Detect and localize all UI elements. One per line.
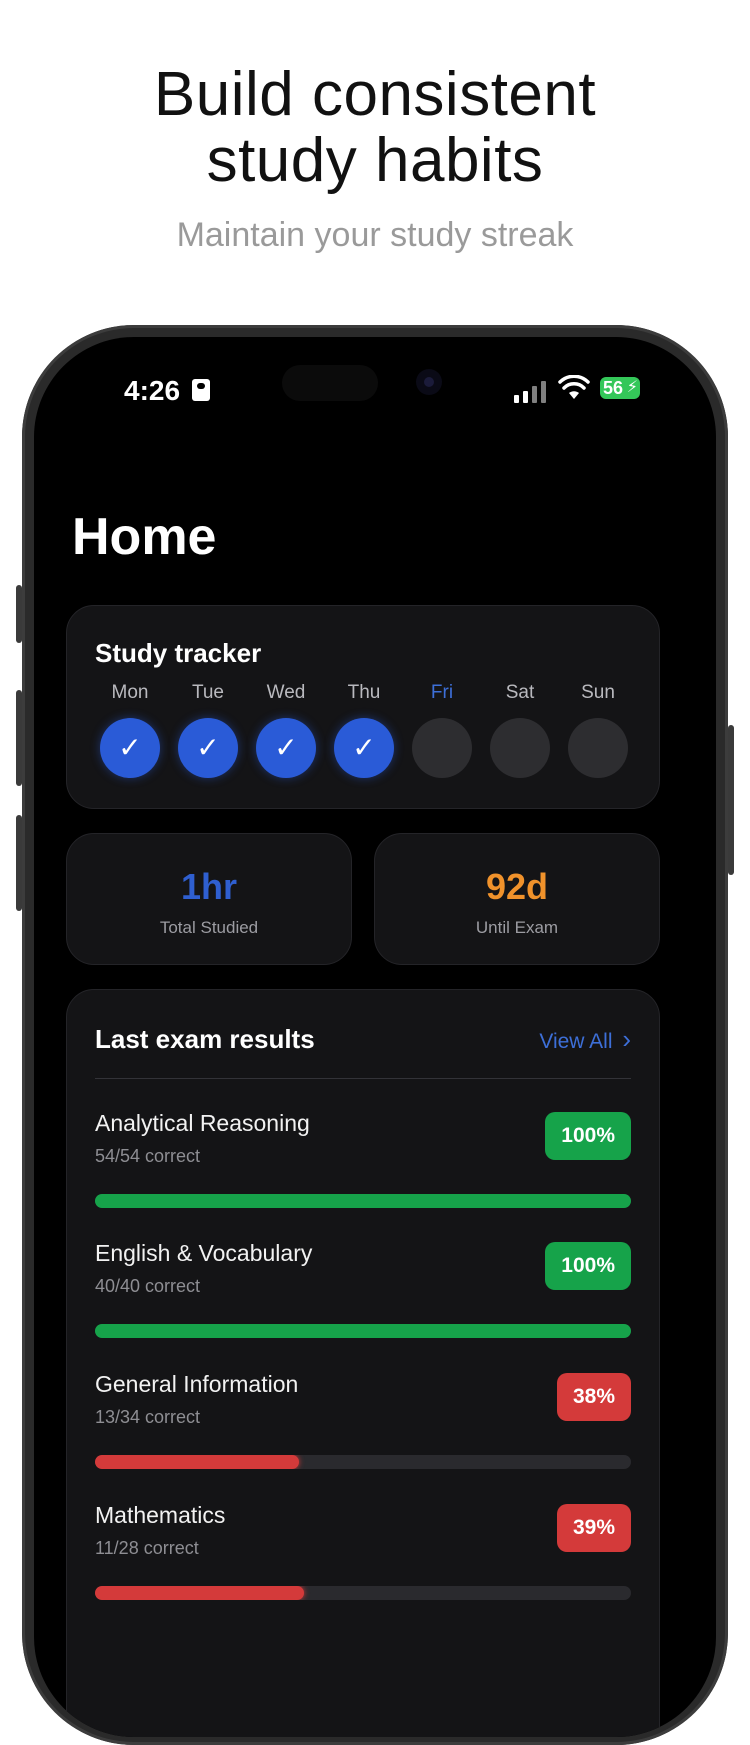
day-complete-check-icon: ✓ bbox=[334, 718, 394, 778]
day-sun[interactable]: Sun bbox=[567, 682, 629, 778]
promo-subtitle: Maintain your study streak bbox=[176, 216, 574, 254]
action-button bbox=[16, 585, 22, 643]
progress-bar-track bbox=[95, 1586, 631, 1600]
day-tue[interactable]: Tue ✓ bbox=[177, 682, 239, 778]
total-studied-label: Total Studied bbox=[159, 918, 259, 937]
promo-title-line1: Build consistent bbox=[153, 60, 597, 129]
exam-name: General Information bbox=[95, 1371, 299, 1397]
contact-card-icon bbox=[192, 379, 210, 401]
exam-result-row[interactable]: General Information 13/34 correct 38% bbox=[95, 1371, 631, 1491]
until-exam-card[interactable]: 92d Until Exam bbox=[374, 833, 660, 965]
exam-result-row[interactable]: English & Vocabulary 40/40 correct 100% bbox=[95, 1240, 631, 1360]
day-label: Sun bbox=[581, 682, 615, 703]
progress-bar-fill bbox=[95, 1194, 631, 1208]
exam-score: 13/34 correct bbox=[95, 1407, 201, 1427]
exam-score: 40/40 correct bbox=[95, 1276, 201, 1296]
exam-result-row[interactable]: Analytical Reasoning 54/54 correct 100% bbox=[95, 1110, 631, 1230]
study-tracker-card: Study tracker Mon ✓ Tue ✓ Wed ✓ Thu ✓ Fri Sat Sun bbox=[66, 605, 660, 809]
power-button bbox=[728, 725, 734, 875]
day-fri[interactable]: Fri bbox=[411, 682, 473, 778]
until-exam-label: Until Exam bbox=[475, 918, 559, 937]
exam-results-card: Last exam results View All › Analytical … bbox=[66, 989, 660, 1737]
day-complete-check-icon: ✓ bbox=[178, 718, 238, 778]
progress-bar-fill bbox=[95, 1324, 631, 1338]
volume-up-button bbox=[16, 690, 22, 786]
view-all-link[interactable]: View All › bbox=[539, 1024, 631, 1055]
chevron-right-icon: › bbox=[622, 1024, 631, 1054]
exam-name: Mathematics bbox=[95, 1502, 226, 1528]
day-empty-circle bbox=[412, 718, 472, 778]
exam-score: 11/28 correct bbox=[95, 1538, 199, 1558]
exam-score: 54/54 correct bbox=[95, 1146, 201, 1166]
day-empty-circle bbox=[568, 718, 628, 778]
tracker-title: Study tracker bbox=[95, 638, 262, 668]
day-label: Tue bbox=[191, 682, 225, 703]
total-studied-value: 1hr bbox=[180, 866, 238, 907]
day-label: Sat bbox=[505, 682, 535, 703]
results-title: Last exam results bbox=[95, 1024, 315, 1054]
score-percent-badge: 100% bbox=[545, 1112, 631, 1160]
day-thu[interactable]: Thu ✓ bbox=[333, 682, 395, 778]
phone-screen: 4:26 56 ⚡ Home Study tracker Mon ✓ Tue ✓ Wed… bbox=[34, 337, 716, 1737]
exam-result-row[interactable]: Mathematics 11/28 correct 39% bbox=[95, 1502, 631, 1622]
status-time: 4:26 bbox=[124, 375, 181, 406]
dynamic-island bbox=[282, 365, 378, 401]
battery-icon: 56 ⚡ bbox=[600, 377, 640, 399]
until-exam-value: 92d bbox=[485, 866, 549, 907]
promo-title: Build consistent study habits bbox=[0, 62, 750, 194]
promo-title-line2: study habits bbox=[206, 126, 544, 195]
charging-bolt-icon: ⚡ bbox=[626, 379, 638, 396]
day-complete-check-icon: ✓ bbox=[100, 718, 160, 778]
day-complete-check-icon: ✓ bbox=[256, 718, 316, 778]
day-wed[interactable]: Wed ✓ bbox=[255, 682, 317, 778]
progress-bar-fill bbox=[95, 1455, 299, 1469]
day-label: Fri bbox=[430, 682, 454, 703]
day-label: Wed bbox=[266, 682, 306, 703]
total-studied-card[interactable]: 1hr Total Studied bbox=[66, 833, 352, 965]
score-percent-badge: 100% bbox=[545, 1242, 631, 1290]
day-mon[interactable]: Mon ✓ bbox=[99, 682, 161, 778]
progress-bar-fill bbox=[95, 1586, 305, 1600]
progress-bar-track bbox=[95, 1455, 631, 1469]
day-label: Thu bbox=[347, 682, 381, 703]
volume-down-button bbox=[16, 815, 22, 911]
cellular-signal-icon bbox=[514, 379, 548, 403]
progress-bar-track bbox=[95, 1194, 631, 1208]
score-percent-badge: 39% bbox=[556, 1504, 631, 1552]
day-sat[interactable]: Sat bbox=[489, 682, 551, 778]
camera-icon bbox=[416, 369, 442, 395]
page-title: Home bbox=[72, 508, 217, 566]
day-empty-circle bbox=[490, 718, 550, 778]
exam-name: Analytical Reasoning bbox=[95, 1110, 310, 1136]
score-percent-badge: 38% bbox=[556, 1373, 631, 1421]
divider bbox=[95, 1078, 631, 1079]
day-label: Mon bbox=[111, 682, 149, 703]
progress-bar-track bbox=[95, 1324, 631, 1338]
exam-name: English & Vocabulary bbox=[95, 1240, 313, 1266]
view-all-label: View All bbox=[539, 1030, 613, 1053]
battery-level: 56 bbox=[603, 378, 624, 398]
wifi-icon bbox=[558, 375, 590, 399]
